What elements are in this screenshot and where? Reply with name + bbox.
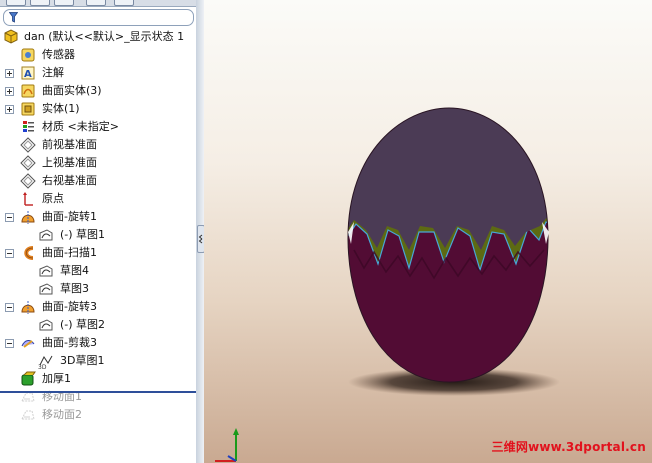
surface-revolve-icon [21, 301, 35, 314]
sketch-icon [39, 265, 53, 277]
plane-icon [20, 155, 36, 171]
tree-item-11[interactable]: (-) 草图1 [0, 226, 196, 244]
filter-icon [9, 12, 18, 23]
annotation-icon: A [21, 66, 35, 80]
plane-icon [20, 137, 36, 153]
plane-icon [20, 173, 36, 189]
tree-item-8[interactable]: 右视基准面 [0, 172, 196, 190]
expand-icon[interactable] [5, 105, 14, 114]
tree-item-label: 注解 [42, 66, 64, 79]
tree-item-label: 实体(1) [42, 102, 80, 115]
sensor-icon [21, 48, 35, 62]
move-face-icon [21, 410, 35, 420]
watermark-text: 三维网www.3dportal.cn [491, 440, 646, 454]
solid-bodies-icon [21, 102, 35, 116]
tab-feature-manager[interactable] [6, 0, 26, 6]
egg-top-shell[interactable] [334, 100, 564, 250]
tree-item-18[interactable]: 3D 3D草图1 [0, 352, 196, 370]
part-icon [4, 29, 18, 44]
tree-item-label: 3D草图1 [60, 354, 105, 367]
collapse-icon[interactable] [5, 213, 14, 222]
svg-text:3D: 3D [38, 364, 47, 369]
sketch-icon [39, 319, 53, 331]
tab-dimxpert-manager[interactable] [86, 0, 106, 6]
tree-item-label: 加厚1 [42, 372, 71, 385]
tree-item-13[interactable]: 草图4 [0, 262, 196, 280]
tree-item-label: 曲面-扫描1 [42, 246, 97, 259]
root-label: dan (默认<<默认>_显示状态 1 [24, 30, 185, 43]
triad-axes-icon [215, 428, 239, 462]
tree-item-10[interactable]: 曲面-旋转1 [0, 208, 196, 226]
tree-item-label: 曲面-旋转3 [42, 300, 97, 313]
sketch-icon [39, 229, 53, 241]
surface-revolve-icon [21, 211, 35, 224]
rollback-bar[interactable] [0, 391, 196, 393]
tab-display-manager[interactable] [114, 0, 134, 6]
expand-icon[interactable] [5, 87, 14, 96]
tree-item-19[interactable]: 加厚1 [0, 370, 196, 388]
tree-item-21[interactable]: 移动面2 [0, 406, 196, 424]
tab-configuration-manager[interactable] [54, 0, 74, 6]
collapse-icon[interactable] [5, 249, 14, 258]
feature-manager-panel: dan (默认<<默认>_显示状态 1 传感器 A 注解曲面实体(3) 实体(1) 材质… [0, 0, 197, 463]
collapse-icon[interactable] [5, 339, 14, 348]
tree-item-label: 曲面实体(3) [42, 84, 102, 97]
surface-bodies-icon [21, 84, 35, 98]
tree-item-label: 前视基准面 [42, 138, 97, 151]
graphics-viewport[interactable]: 三维网www.3dportal.cn [204, 0, 652, 463]
tree-item-6[interactable]: 前视基准面 [0, 136, 196, 154]
tree-filter-input[interactable] [3, 9, 194, 26]
origin-icon [23, 192, 33, 206]
tree-item-label: 原点 [42, 192, 64, 205]
egg-model[interactable] [204, 0, 652, 463]
tree-item-5[interactable]: 材质 <未指定> [0, 118, 196, 136]
tree-item-label: 曲面-剪裁3 [42, 336, 97, 349]
tree-item-label: 右视基准面 [42, 174, 97, 187]
tree-item-3[interactable]: 曲面实体(3) [0, 82, 196, 100]
tree-item-label: 材质 <未指定> [42, 120, 119, 133]
tree-item-7[interactable]: 上视基准面 [0, 154, 196, 172]
tree-item-label: (-) 草图2 [60, 318, 106, 331]
tree-item-16[interactable]: (-) 草图2 [0, 316, 196, 334]
tree-item-label: 上视基准面 [42, 156, 97, 169]
expand-icon[interactable] [5, 69, 14, 78]
tree-item-label: (-) 草图1 [60, 228, 106, 241]
tree-item-label: 传感器 [42, 48, 75, 61]
tab-property-manager[interactable] [30, 0, 50, 6]
tree-item-2[interactable]: A 注解 [0, 64, 196, 82]
tree-item-label: 草图3 [60, 282, 89, 295]
surface-sweep-icon [24, 246, 34, 260]
tree-root[interactable]: dan (默认<<默认>_显示状态 1 [0, 28, 196, 46]
manager-tabs [0, 0, 196, 7]
tree-item-15[interactable]: 曲面-旋转3 [0, 298, 196, 316]
tree-item-label: 曲面-旋转1 [42, 210, 97, 223]
svg-text:A: A [24, 69, 32, 80]
material-icon [23, 121, 34, 132]
thicken-icon [21, 371, 36, 386]
tree-item-12[interactable]: 曲面-扫描1 [0, 244, 196, 262]
tree-item-4[interactable]: 实体(1) [0, 100, 196, 118]
tree-item-1[interactable]: 传感器 [0, 46, 196, 64]
tree-item-label: 草图4 [60, 264, 89, 277]
surface-trim-icon [21, 340, 35, 348]
sketch-icon [39, 283, 53, 295]
tree-item-17[interactable]: 曲面-剪裁3 [0, 334, 196, 352]
tree-item-9[interactable]: 原点 [0, 190, 196, 208]
tree-item-14[interactable]: 草图3 [0, 280, 196, 298]
tree-item-label: 移动面2 [42, 408, 82, 421]
sketch-3d-icon: 3D [38, 355, 53, 369]
collapse-icon[interactable] [5, 303, 14, 312]
